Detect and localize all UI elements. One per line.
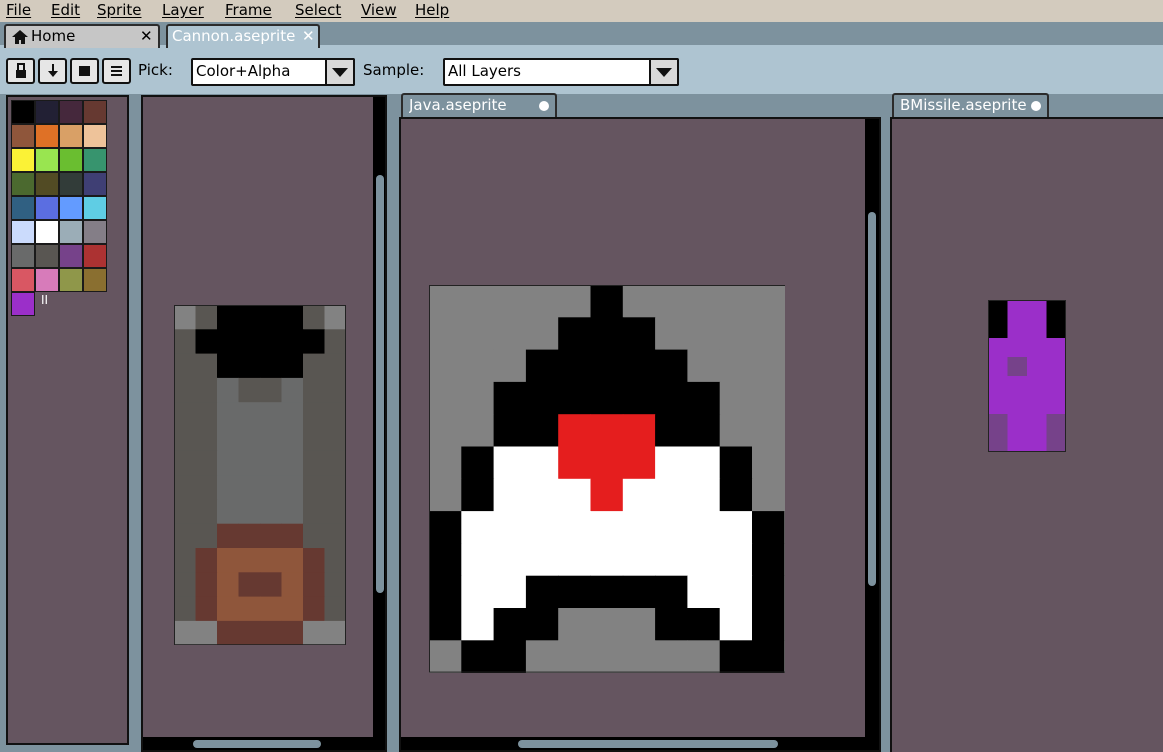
tab-bar: Home ✕ Cannon.aseprite ✕ (0, 22, 1163, 48)
palette-swatch[interactable] (83, 172, 107, 196)
scrollbar-thumb[interactable] (376, 175, 384, 593)
tab-cannon[interactable]: Cannon.aseprite ✕ (166, 24, 320, 48)
tab-bmissile-label: BMissile.aseprite (900, 96, 1026, 114)
menu-bar: File Edit Sprite Layer Frame Select View… (0, 0, 1163, 22)
palette-swatch[interactable] (11, 292, 35, 316)
chevron-down-icon[interactable] (325, 58, 355, 86)
sample-select[interactable]: All Layers (443, 58, 679, 86)
scrollbar-thumb[interactable] (193, 740, 321, 748)
horizontal-scrollbar[interactable] (143, 737, 385, 750)
palette-swatch[interactable] (35, 124, 59, 148)
horizontal-scrollbar[interactable] (401, 737, 879, 750)
tab-cannon-label: Cannon.aseprite (172, 27, 296, 45)
menu-file[interactable]: File (6, 1, 31, 19)
palette-swatch[interactable] (11, 124, 35, 148)
palette-swatch[interactable] (83, 220, 107, 244)
pick-value: Color+Alpha (196, 62, 291, 80)
palette-extra-mark: II (41, 293, 49, 307)
palette-swatch[interactable] (59, 172, 83, 196)
lock-button[interactable] (6, 58, 35, 84)
scrollbar-thumb[interactable] (518, 740, 778, 748)
menu-icon (111, 66, 122, 76)
palette-swatch[interactable] (35, 172, 59, 196)
palette-swatch[interactable] (11, 244, 35, 268)
arrow-down-icon (48, 64, 58, 77)
palette-swatch[interactable] (83, 124, 107, 148)
options-button[interactable] (102, 58, 131, 84)
palette-swatch[interactable] (35, 148, 59, 172)
palette-swatch[interactable] (35, 244, 59, 268)
palette-swatch[interactable] (59, 148, 83, 172)
palette-swatch[interactable] (11, 100, 35, 124)
menu-view[interactable]: View (361, 1, 397, 19)
palette-swatch[interactable] (11, 268, 35, 292)
square-icon (79, 66, 90, 76)
palette-swatch[interactable] (35, 268, 59, 292)
tab-bmissile[interactable]: BMissile.aseprite (892, 93, 1049, 117)
editor-cannon[interactable] (141, 95, 387, 752)
palette-swatch[interactable] (83, 196, 107, 220)
tab-home-label: Home (31, 27, 76, 45)
palette-swatch[interactable] (59, 196, 83, 220)
palette-swatch[interactable] (35, 196, 59, 220)
palette-swatch[interactable] (83, 244, 107, 268)
menu-edit[interactable]: Edit (51, 1, 80, 19)
pick-label: Pick: (138, 61, 173, 79)
close-icon[interactable]: ✕ (302, 27, 315, 45)
palette-swatch[interactable] (59, 124, 83, 148)
palette-swatch[interactable] (83, 268, 107, 292)
bmissile-sprite[interactable] (988, 300, 1066, 452)
move-down-button[interactable] (38, 58, 67, 84)
palette-swatch[interactable] (83, 148, 107, 172)
palette-swatch[interactable] (59, 244, 83, 268)
menu-help[interactable]: Help (415, 1, 449, 19)
palette-swatch[interactable] (59, 100, 83, 124)
close-icon[interactable]: ✕ (140, 27, 153, 45)
sample-value: All Layers (448, 62, 522, 80)
lock-icon (16, 63, 26, 78)
tab-java-label: Java.aseprite (409, 96, 507, 114)
palette-swatch[interactable] (11, 148, 35, 172)
scrollbar-thumb[interactable] (868, 212, 876, 586)
editor-bmissile[interactable] (890, 117, 1163, 752)
palette-swatch[interactable] (83, 100, 107, 124)
home-icon (12, 30, 28, 44)
tab-home[interactable]: Home ✕ (4, 24, 160, 48)
menu-frame[interactable]: Frame (225, 1, 272, 19)
palette-swatch[interactable] (11, 196, 35, 220)
chevron-down-icon[interactable] (649, 58, 679, 86)
pick-select[interactable]: Color+Alpha (191, 58, 355, 86)
palette-swatch[interactable] (59, 220, 83, 244)
tab-java[interactable]: Java.aseprite (401, 93, 557, 117)
vertical-scrollbar[interactable] (865, 119, 879, 747)
palette-swatch[interactable] (11, 220, 35, 244)
menu-select[interactable]: Select (295, 1, 341, 19)
sample-label: Sample: (363, 61, 425, 79)
menu-sprite[interactable]: Sprite (97, 1, 142, 19)
square-button[interactable] (70, 58, 99, 84)
palette-swatch[interactable] (59, 268, 83, 292)
palette-swatch[interactable] (35, 100, 59, 124)
palette-swatch[interactable] (35, 220, 59, 244)
modified-dot-icon[interactable] (1031, 101, 1041, 111)
modified-dot-icon[interactable] (539, 101, 549, 111)
context-toolbar: Pick: Color+Alpha Sample: All Layers (0, 48, 1163, 94)
menu-layer[interactable]: Layer (162, 1, 204, 19)
editor-java[interactable] (399, 117, 881, 752)
vertical-scrollbar[interactable] (373, 97, 385, 747)
color-palette: II (6, 95, 129, 745)
palette-swatch[interactable] (11, 172, 35, 196)
java-sprite[interactable] (429, 285, 785, 673)
cannon-sprite[interactable] (174, 305, 346, 645)
